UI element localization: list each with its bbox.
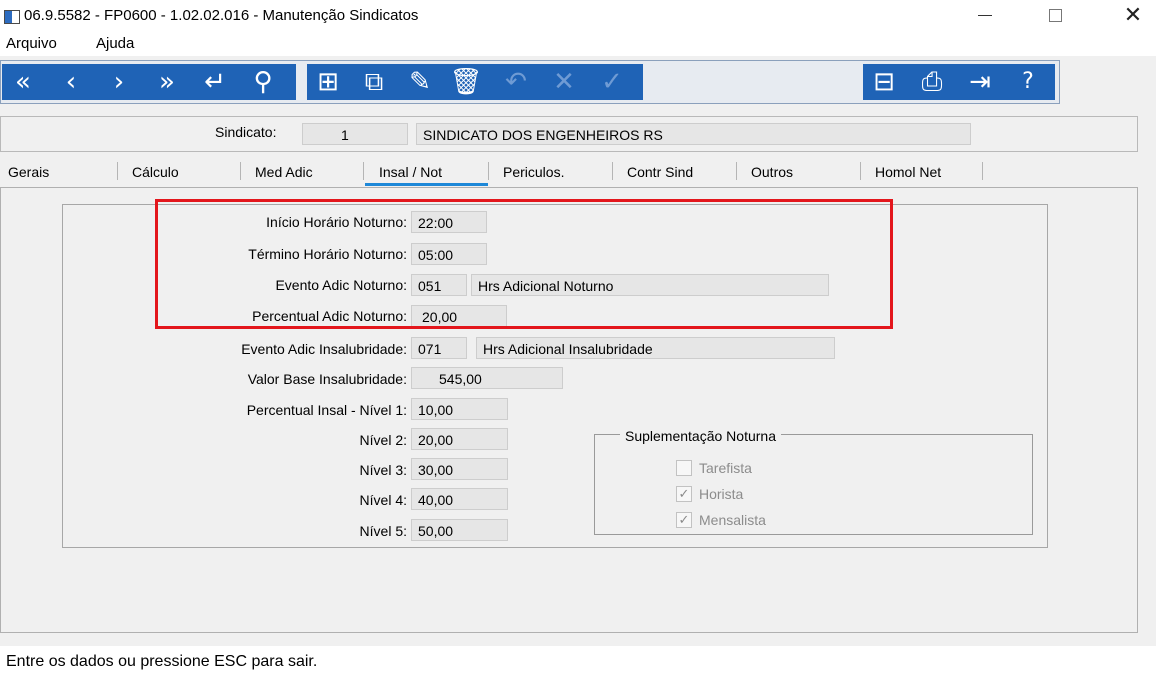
exit-icon[interactable]: ⇥ (963, 66, 997, 98)
highlight-box (155, 199, 893, 329)
help-icon[interactable]: ? (1011, 66, 1045, 98)
tree-icon[interactable]: ⊟ (867, 66, 901, 98)
nivel4-field[interactable]: 40,00 (411, 488, 508, 510)
mensalista-checkbox[interactable]: ✓ (676, 512, 692, 528)
print-icon[interactable]: ⎙ (915, 66, 949, 98)
app-icon (4, 10, 20, 24)
tab-separator (363, 162, 364, 180)
valor-base-insal-label: Valor Base Insalubridade: (247, 371, 407, 387)
next-record-icon[interactable]: › (102, 66, 136, 98)
nivel2-label: Nível 2: (359, 432, 407, 448)
undo-icon[interactable]: ↶ (499, 66, 533, 98)
suplementacao-title: Suplementação Noturna (620, 428, 781, 444)
nivel3-label: Nível 3: (359, 462, 407, 478)
tab-separator (982, 162, 983, 180)
menu-ajuda[interactable]: Ajuda (96, 35, 134, 52)
horista-checkbox[interactable]: ✓ (676, 486, 692, 502)
menu-bar: Arquivo Ajuda (0, 32, 1156, 56)
status-text: Entre os dados ou pressione ESC para sai… (6, 653, 318, 670)
confirm-icon[interactable]: ✓ (595, 66, 629, 98)
tab-med-adic[interactable]: Med Adic (255, 159, 313, 185)
nivel2-field[interactable]: 20,00 (411, 428, 508, 450)
nivel1-field[interactable]: 10,00 (411, 398, 508, 420)
new-record-icon[interactable]: ⊞ (311, 66, 345, 98)
evento-insal-label: Evento Adic Insalubridade: (241, 341, 407, 357)
horista-label: Horista (699, 486, 744, 502)
edit-record-icon[interactable]: ✎ (403, 66, 437, 98)
evento-insal-desc: Hrs Adicional Insalubridade (476, 337, 835, 359)
menu-arquivo[interactable]: Arquivo (6, 35, 57, 52)
tab-periculos[interactable]: Periculos. (503, 159, 564, 185)
tab-strip: Gerais Cálculo Med Adic Insal / Not Peri… (0, 157, 1000, 187)
tools-toolbar-group: ⊟ ⎙ ⇥ ? (863, 64, 1055, 100)
tab-contr-sind[interactable]: Contr Sind (627, 159, 693, 185)
tarefista-checkbox[interactable] (676, 460, 692, 476)
nivel5-field[interactable]: 50,00 (411, 519, 508, 541)
previous-record-icon[interactable]: ‹ (54, 66, 88, 98)
active-tab-indicator (365, 183, 488, 186)
nivel3-field[interactable]: 30,00 (411, 458, 508, 480)
copy-record-icon[interactable]: ⧉ (357, 66, 391, 98)
suplementacao-group (594, 434, 1033, 535)
tab-separator (240, 162, 241, 180)
tab-outros[interactable]: Outros (751, 159, 793, 185)
sindicato-label: Sindicato: (215, 124, 277, 140)
valor-base-insal-field[interactable]: 545,00 (411, 367, 563, 389)
tarefista-label: Tarefista (699, 460, 752, 476)
sindicato-code-field[interactable]: 1 (302, 123, 408, 145)
tab-homol-net[interactable]: Homol Net (875, 159, 941, 185)
first-record-icon[interactable]: « (6, 66, 40, 98)
mensalista-label: Mensalista (699, 512, 766, 528)
nivel1-label: Percentual Insal - Nível 1: (246, 402, 407, 418)
search-icon[interactable]: ⚲ (246, 66, 280, 98)
tab-separator (612, 162, 613, 180)
window-title: 06.9.5582 - FP0600 - 1.02.02.016 - Manut… (24, 7, 419, 24)
title-bar: 06.9.5582 - FP0600 - 1.02.02.016 - Manut… (0, 0, 1156, 32)
minimize-icon[interactable] (970, 2, 1000, 28)
nivel5-label: Nível 5: (359, 523, 407, 539)
navigation-toolbar-group: « ‹ › » ↵ ⚲ (2, 64, 296, 100)
tab-separator (736, 162, 737, 180)
edit-toolbar-group: ⊞ ⧉ ✎ 🗑 ↶ ✕ ✓ (307, 64, 643, 100)
cancel-icon[interactable]: ✕ (547, 66, 581, 98)
last-record-icon[interactable]: » (150, 66, 184, 98)
return-icon[interactable]: ↵ (198, 66, 232, 98)
status-bar: Entre os dados ou pressione ESC para sai… (0, 646, 1156, 676)
close-icon[interactable]: ✕ (1118, 2, 1148, 28)
maximize-icon[interactable] (1040, 2, 1070, 28)
tab-separator (488, 162, 489, 180)
delete-icon[interactable]: 🗑 (449, 66, 483, 98)
tab-insal-not[interactable]: Insal / Not (379, 159, 442, 185)
tab-calculo[interactable]: Cálculo (132, 159, 179, 185)
tab-separator (117, 162, 118, 180)
sindicato-name-field: SINDICATO DOS ENGENHEIROS RS (416, 123, 971, 145)
evento-insal-code-field[interactable]: 071 (411, 337, 467, 359)
toolbar: « ‹ › » ↵ ⚲ ⊞ ⧉ ✎ 🗑 ↶ ✕ ✓ ⊟ ⎙ ⇥ ? (0, 60, 1060, 104)
nivel4-label: Nível 4: (359, 492, 407, 508)
tab-separator (860, 162, 861, 180)
tab-gerais[interactable]: Gerais (8, 159, 49, 185)
